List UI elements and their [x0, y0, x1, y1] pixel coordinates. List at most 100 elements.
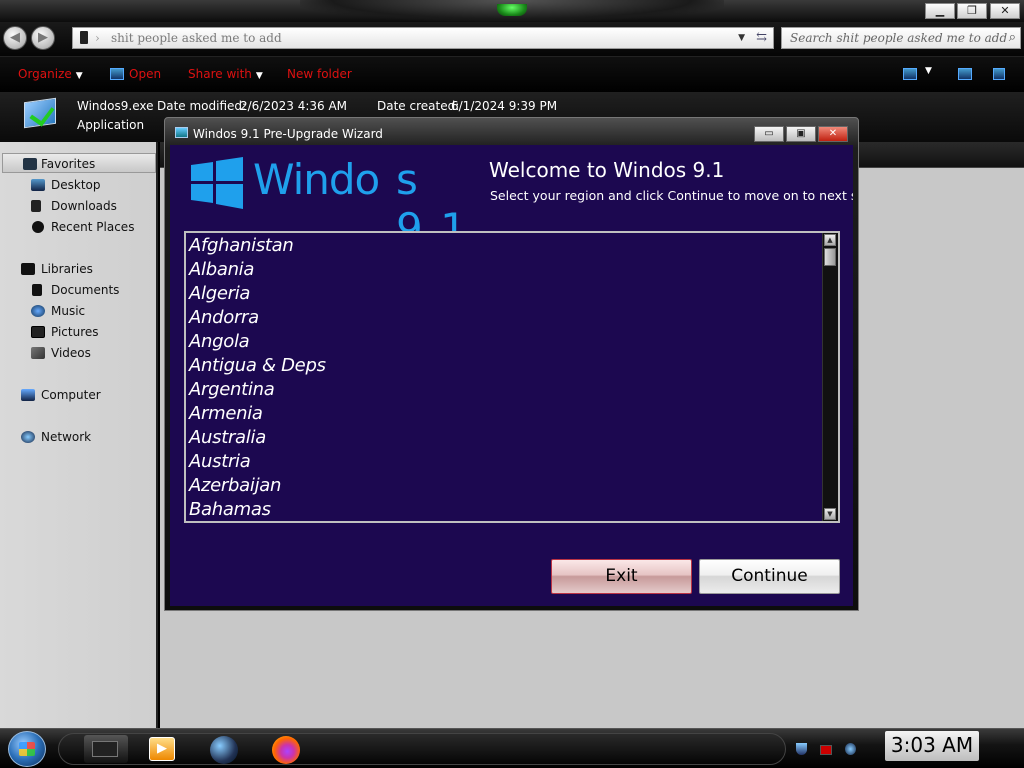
help-icon[interactable]: [993, 68, 1005, 80]
sidebar-item-label: Music: [51, 304, 86, 318]
view-options-chevron-icon[interactable]: ▼: [925, 66, 932, 76]
minimize-button[interactable]: ▁: [925, 3, 955, 19]
forward-button[interactable]: ▶: [31, 26, 55, 50]
file-name: Windos9.exe: [77, 99, 154, 113]
title-bar-light: [497, 4, 527, 16]
scroll-down-arrow-icon[interactable]: ▼: [824, 508, 836, 520]
navigation-pane: Favorites Desktop Downloads Recent Place…: [0, 142, 158, 728]
preview-pane-icon[interactable]: [958, 68, 972, 80]
list-item[interactable]: Austria: [189, 450, 821, 474]
folder-icon: [92, 741, 118, 757]
region-listbox[interactable]: Afghanistan Albania Algeria Andorra Ango…: [184, 231, 840, 523]
wizard-minimize-button[interactable]: ▭: [754, 126, 784, 142]
maximize-button[interactable]: ❐: [957, 3, 987, 19]
upgrade-wizard-dialog: Windos 9.1 Pre-Upgrade Wizard ▭ ▣ ✕ Wind…: [164, 117, 859, 611]
sidebar-item-favorites[interactable]: Favorites: [2, 153, 156, 173]
address-bar[interactable]: › shit people asked me to add ▼ ⇆: [72, 27, 774, 49]
exit-button[interactable]: Exit: [551, 559, 692, 594]
list-item[interactable]: Bahamas: [189, 498, 821, 521]
address-path: shit people asked me to add: [111, 31, 282, 45]
downloads-icon: [31, 200, 41, 212]
windows-logo-icon: [19, 742, 35, 756]
wizard-maximize-button[interactable]: ▣: [786, 126, 816, 142]
windos-logo: Windo s 9.1: [191, 155, 481, 253]
list-item[interactable]: Andorra: [189, 306, 821, 330]
search-icon[interactable]: ⌕: [1009, 28, 1016, 48]
computer-icon: [21, 389, 35, 401]
list-item[interactable]: Australia: [189, 426, 821, 450]
close-button[interactable]: ✕: [990, 3, 1020, 19]
new-folder-button[interactable]: New folder: [287, 67, 352, 81]
date-created-value: 6/1/2024 9:39 PM: [451, 99, 558, 113]
forward-arrow-icon: ▶: [38, 30, 48, 45]
scroll-thumb[interactable]: [824, 248, 836, 266]
file-type: Application: [77, 118, 145, 132]
list-item[interactable]: Algeria: [189, 282, 821, 306]
chevron-down-icon: ▼: [255, 71, 263, 81]
country-list: Afghanistan Albania Algeria Andorra Ango…: [189, 234, 821, 521]
date-modified-value: 2/6/2023 4:36 AM: [240, 99, 348, 113]
refresh-icon[interactable]: ⇆: [756, 28, 767, 48]
list-item[interactable]: Antigua & Deps: [189, 354, 821, 378]
star-icon: [23, 158, 37, 170]
date-modified-label: Date modified:: [157, 99, 247, 113]
sidebar-item-label: Recent Places: [51, 220, 135, 234]
share-with-menu[interactable]: Share with ▼: [188, 67, 263, 81]
security-shield-icon[interactable]: [796, 743, 807, 755]
explorer-taskbar-button[interactable]: [84, 735, 128, 763]
change-view-icon[interactable]: [903, 68, 917, 80]
start-button[interactable]: [8, 731, 46, 767]
sidebar-item-label: Libraries: [41, 262, 93, 276]
scroll-up-arrow-icon[interactable]: ▲: [824, 234, 836, 246]
list-item[interactable]: Albania: [189, 258, 821, 282]
chevron-down-icon: ▼: [75, 71, 83, 81]
firefox-taskbar-button[interactable]: [271, 735, 301, 764]
pictures-icon: [31, 326, 45, 338]
organize-label: Organize: [18, 67, 72, 81]
documents-icon: [32, 284, 42, 296]
sidebar-item-label: Favorites: [41, 157, 96, 171]
list-item[interactable]: Afghanistan: [189, 234, 821, 258]
continue-button[interactable]: Continue: [699, 559, 840, 594]
list-scrollbar[interactable]: ▲ ▼: [822, 233, 838, 521]
videos-icon: [31, 347, 45, 359]
network-taskbar-button[interactable]: [209, 735, 239, 764]
sidebar-item-label: Pictures: [51, 325, 99, 339]
wizard-instructions: Select your region and click Continue to…: [490, 188, 853, 203]
action-center-icon[interactable]: [820, 745, 832, 755]
list-item[interactable]: Armenia: [189, 402, 821, 426]
taskbar: ▶ 3:03 AM: [0, 728, 1024, 768]
open-icon: [110, 68, 124, 80]
wizard-heading: Welcome to Windos 9.1: [489, 158, 725, 182]
network-icon: [21, 431, 35, 443]
search-input[interactable]: Search shit people asked me to add ⌕: [781, 27, 1021, 49]
list-item[interactable]: Angola: [189, 330, 821, 354]
back-arrow-icon: ◀: [10, 30, 20, 45]
explorer-title-bar: ▁ ❐ ✕: [0, 0, 1024, 22]
desktop-icon: [31, 179, 45, 191]
network-status-icon[interactable]: [845, 743, 856, 755]
sidebar-item-label: Downloads: [51, 199, 117, 213]
back-button[interactable]: ◀: [3, 26, 27, 50]
chevron-down-icon[interactable]: ▼: [738, 28, 745, 48]
command-toolbar: Organize ▼ Open Share with ▼ New folder ▼: [0, 56, 1024, 92]
sidebar-item-label: Computer: [41, 388, 101, 402]
globe-icon: [210, 736, 238, 764]
breadcrumb-separator-icon: ›: [95, 31, 100, 45]
wizard-close-button[interactable]: ✕: [818, 126, 848, 142]
media-player-taskbar-button[interactable]: ▶: [147, 735, 177, 763]
sidebar-item-label: Videos: [51, 346, 91, 360]
sidebar-item-label: Desktop: [51, 178, 101, 192]
recent-places-icon: [32, 221, 44, 233]
taskbar-clock[interactable]: 3:03 AM: [885, 731, 979, 761]
organize-menu[interactable]: Organize ▼: [18, 67, 83, 81]
wizard-body: Windo s 9.1 Welcome to Windos 9.1 Select…: [170, 145, 853, 606]
share-with-label: Share with: [188, 67, 252, 81]
wizard-app-icon: [175, 127, 188, 138]
list-item[interactable]: Argentina: [189, 378, 821, 402]
windows-logo-icon: [191, 157, 243, 209]
open-button[interactable]: Open: [129, 67, 161, 81]
folder-icon: [80, 31, 88, 44]
list-item[interactable]: Azerbaijan: [189, 474, 821, 498]
logo-word: Windo: [253, 155, 380, 204]
